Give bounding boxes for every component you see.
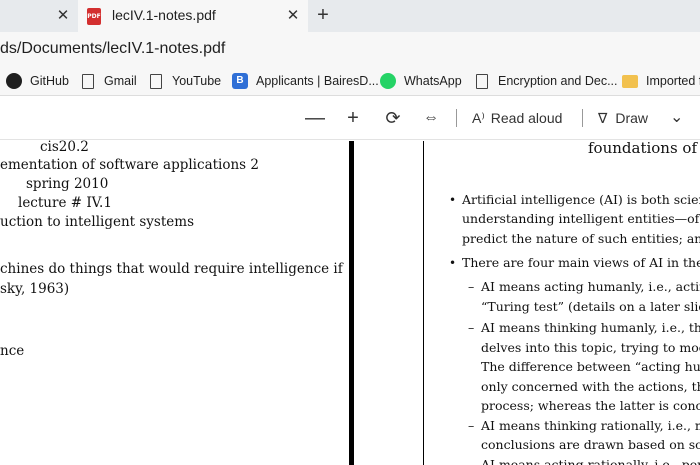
pdf-viewport[interactable]: cis20.2 ementation of software applicati… [0, 139, 700, 465]
github-icon [6, 73, 22, 89]
toolbar-divider [582, 109, 583, 127]
right-page-line: “Turing test” (details on a later slide [481, 299, 700, 314]
pdf-icon: PDF [87, 8, 101, 25]
bookmark-gmail[interactable]: Gmail [82, 72, 137, 90]
toolbar-divider [456, 109, 457, 127]
bookmark-bairesdev[interactable]: B Applicants | BairesD... [232, 72, 379, 90]
left-page-line: sky, 1963) [0, 281, 70, 297]
rotate-icon[interactable]: ⟳ [382, 107, 404, 129]
bookmark-label: WhatsApp [404, 74, 462, 88]
bookmark-encryption[interactable]: Encryption and Dec... [476, 72, 618, 90]
bookmark-youtube[interactable]: YouTube [150, 72, 221, 90]
right-page-line: AI means thinking rationally, i.e., mo [481, 418, 700, 433]
page-margin-rule [423, 141, 424, 465]
fit-page-icon[interactable]: ⇔ [420, 107, 442, 129]
draw-label: Draw [615, 110, 649, 126]
read-aloud-button[interactable]: A⁾ Read aloud [472, 107, 562, 129]
pdf-toolbar: — + ⟳ ⇔ A⁾ Read aloud ∇ Draw ⌄ [0, 97, 700, 140]
bookmark-whatsapp[interactable]: WhatsApp [380, 72, 462, 90]
dash: – [468, 320, 475, 335]
draw-icon: ∇ [598, 110, 608, 126]
right-page-line: understanding intelligent entities—of de… [462, 211, 700, 226]
new-tab-button[interactable]: + [312, 4, 334, 26]
page-icon [150, 73, 162, 89]
tab-previous[interactable]: ✕ [0, 0, 78, 32]
page-icon [476, 73, 488, 89]
tab-active[interactable]: PDF lecIV.1-notes.pdf ✕ [78, 0, 308, 32]
folder-icon [622, 74, 638, 88]
right-page-line: Artificial intelligence (AI) is both sci… [462, 192, 700, 207]
close-icon[interactable]: ✕ [285, 8, 301, 24]
address-bar[interactable]: ds/Documents/lecIV.1-notes.pdf [0, 32, 700, 66]
url-text[interactable]: ds/Documents/lecIV.1-notes.pdf [0, 40, 225, 58]
zoom-out-icon[interactable]: — [304, 107, 326, 129]
right-page-line: conclusions are drawn based on some [481, 437, 700, 452]
right-page-title: foundations of a [588, 139, 700, 157]
bullet: • [449, 193, 457, 207]
right-page-line: AI means thinking humanly, i.e., thin [481, 320, 700, 335]
bookmark-imported-folder[interactable]: Imported f [622, 72, 700, 90]
bookmark-label: Applicants | BairesD... [256, 74, 379, 88]
draw-button[interactable]: ∇ Draw [598, 107, 648, 129]
right-page-line: delves into this topic, trying to mode [481, 340, 700, 355]
right-page-line: process; whereas the latter is concern [481, 398, 700, 413]
tab-strip: ✕ PDF lecIV.1-notes.pdf ✕ + [0, 0, 700, 32]
read-aloud-label: Read aloud [490, 110, 563, 126]
left-page-line: lecture # IV.1 [18, 195, 112, 211]
right-page-line: AI means acting humanly, i.e., acting [481, 279, 700, 294]
bullet: • [449, 256, 457, 270]
left-page-line: ementation of software applications 2 [0, 157, 259, 173]
bookmarks-bar: GitHub Gmail YouTube B Applicants | Bair… [0, 66, 700, 96]
left-page-line: chines do things that would require inte… [0, 261, 343, 277]
close-icon[interactable]: ✕ [55, 8, 71, 24]
left-page-line: uction to intelligent systems [0, 214, 195, 230]
dash: – [468, 457, 475, 465]
page-icon [82, 73, 94, 89]
right-page-line: The difference between “acting huma [481, 359, 700, 374]
bookmark-label: GitHub [30, 74, 69, 88]
right-page-line: AI means acting rationally, i.e., perfo [481, 457, 700, 465]
bookmark-label: Gmail [104, 74, 137, 88]
page-divider [349, 141, 354, 465]
chevron-down-icon[interactable]: ⌄ [670, 107, 683, 129]
bookmark-label: Encryption and Dec... [498, 74, 618, 88]
bookmark-label: YouTube [172, 74, 222, 88]
whatsapp-icon [380, 73, 396, 89]
right-page-line: There are four main views of AI in the l… [462, 255, 700, 270]
tab-title: lecIV.1-notes.pdf [112, 7, 216, 23]
dash: – [468, 279, 475, 294]
dash: – [468, 418, 475, 433]
left-page-line: cis20.2 [40, 139, 89, 155]
bairesdev-icon: B [232, 73, 248, 89]
read-aloud-icon: A⁾ [472, 110, 485, 126]
left-page-line: nce [0, 343, 25, 359]
bookmark-github[interactable]: GitHub [6, 72, 69, 90]
right-page-line: predict the nature of such entities; and… [462, 231, 700, 246]
left-page-line: spring 2010 [26, 176, 109, 192]
right-page-line: only concerned with the actions, the [481, 379, 700, 394]
zoom-in-icon[interactable]: + [342, 107, 364, 129]
bookmark-label: Imported f [646, 74, 700, 88]
